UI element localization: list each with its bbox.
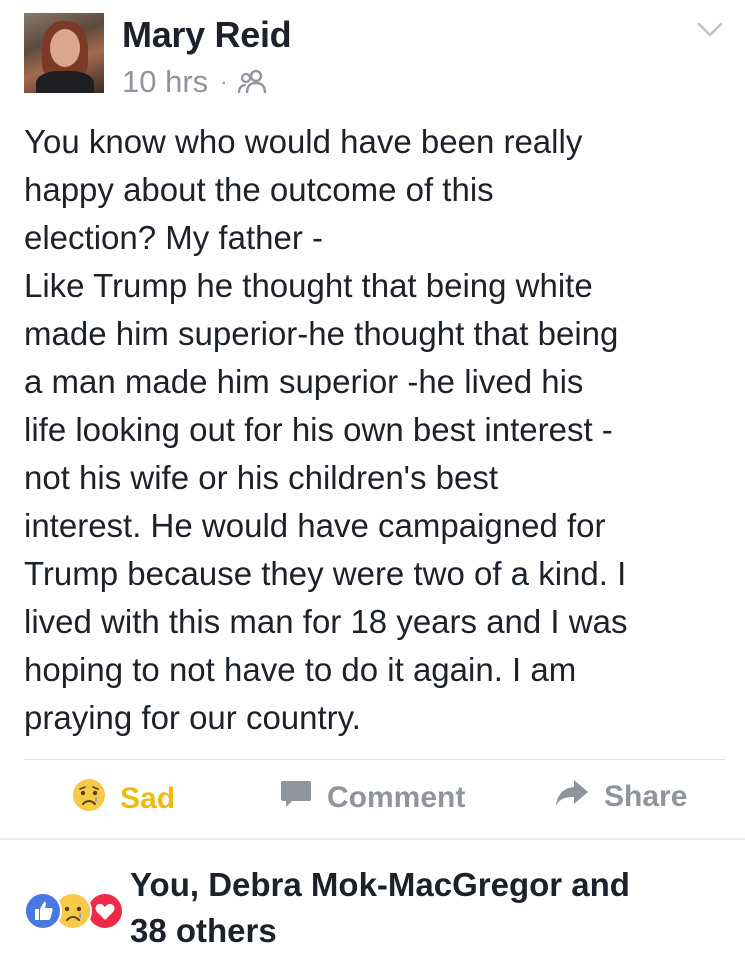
reaction-icons xyxy=(24,892,124,932)
post-text-line: lived with this man for 18 years and I w… xyxy=(24,603,628,640)
share-label: Share xyxy=(604,780,688,813)
comment-button[interactable]: Comment xyxy=(279,778,465,818)
post-time[interactable]: 10 hrs xyxy=(122,64,208,100)
avatar[interactable] xyxy=(24,13,104,93)
post-text-line: You know who would have been really xyxy=(24,123,583,160)
reactions-summary[interactable]: You, Debra Mok-MacGregor and 38 others xyxy=(0,840,745,976)
post-text: You know who would have been really happ… xyxy=(24,118,734,742)
divider xyxy=(24,759,725,760)
post-text-line: election? My father - xyxy=(24,219,323,256)
post-text-line: happy about the outcome of this xyxy=(24,171,494,208)
like-icon xyxy=(24,892,62,930)
friends-icon[interactable] xyxy=(237,70,267,94)
sad-label: Sad xyxy=(120,782,176,815)
post-text-line: hoping to not have to do it again. I am xyxy=(24,651,577,688)
post-text-line: Like Trump he thought that being white xyxy=(24,267,593,304)
share-button[interactable]: Share xyxy=(554,778,687,816)
post-text-line: made him superior-he thought that being xyxy=(24,315,619,352)
post-text-line: Trump because they were two of a kind. I xyxy=(24,555,627,592)
chevron-down-icon[interactable] xyxy=(697,22,723,43)
reactions-text-line1: You, Debra Mok-MacGregor and xyxy=(130,866,630,903)
post-text-line: interest. He would have campaigned for xyxy=(24,507,606,544)
comment-icon xyxy=(279,778,313,818)
action-bar: Sad Comment Share xyxy=(0,770,745,830)
post-text-line: praying for our country. xyxy=(24,699,361,736)
post-text-line: a man made him superior -he lived his xyxy=(24,363,584,400)
author-name[interactable]: Mary Reid xyxy=(122,14,292,56)
reactions-text[interactable]: You, Debra Mok-MacGregor and 38 others xyxy=(130,862,730,954)
meta-separator: · xyxy=(220,69,228,94)
post-meta: 10 hrs · xyxy=(122,64,267,100)
sad-reaction-button[interactable]: Sad xyxy=(72,778,175,820)
reactions-text-line2: 38 others xyxy=(130,912,277,949)
post-text-line: not his wife or his children's best xyxy=(24,459,499,496)
post-header: Mary Reid 10 hrs · xyxy=(0,0,745,110)
share-arrow-icon xyxy=(554,778,590,816)
comment-label: Comment xyxy=(327,781,466,814)
sad-icon xyxy=(72,778,106,820)
post-text-line: life looking out for his own best intere… xyxy=(24,411,613,448)
